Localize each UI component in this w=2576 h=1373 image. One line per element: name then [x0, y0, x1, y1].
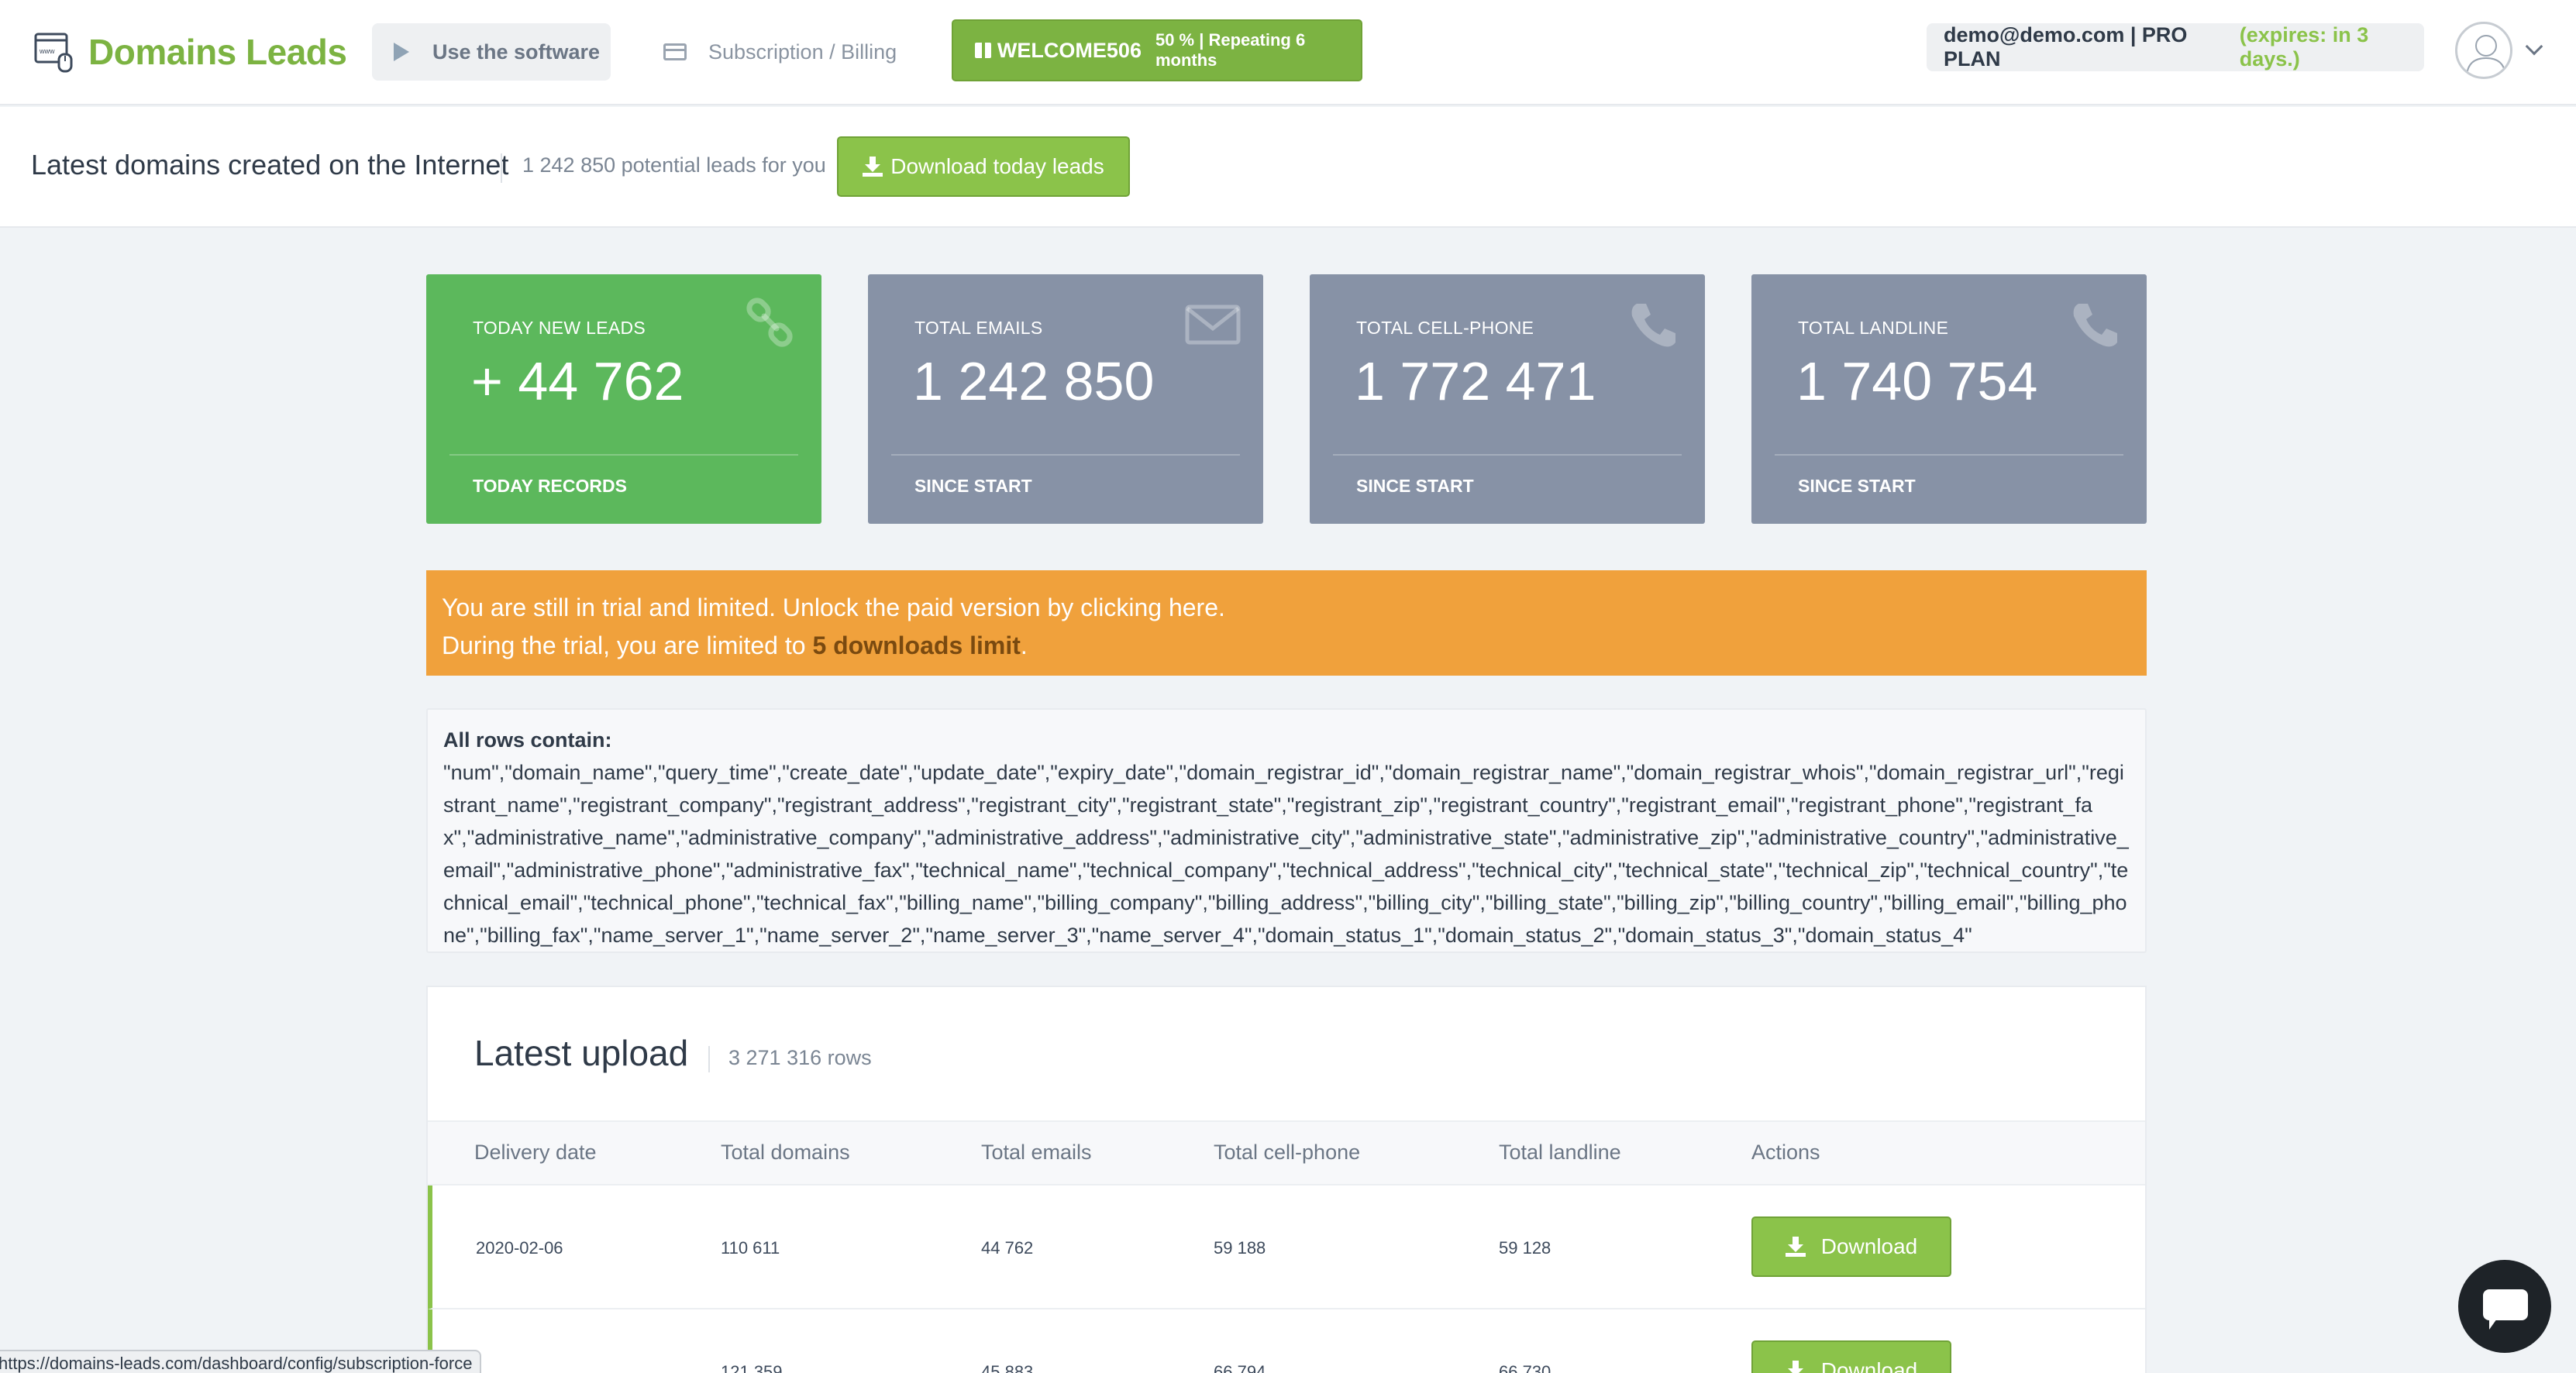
stat-footer: SINCE START [1356, 476, 1474, 496]
columns-info-label: All rows contain: [443, 728, 612, 752]
promo-code: WELCOME506 [997, 38, 1142, 62]
gift-icon [975, 43, 991, 58]
account-email-plan: demo@demo.com | PRO PLAN [1944, 23, 2188, 71]
user-avatar-icon [2466, 35, 2506, 76]
columns-info-box: All rows contain: "num","domain_name","q… [426, 708, 2147, 953]
divider [501, 153, 502, 183]
total-landline: 66 730 [1499, 1362, 1551, 1373]
download-button[interactable]: Download [1751, 1216, 1951, 1277]
trial-message[interactable]: You are still in trial and limited. Unlo… [442, 589, 2147, 627]
download-label: Download [1820, 1234, 1918, 1258]
stat-label: TOTAL LANDLINE [1798, 318, 1949, 338]
play-icon [394, 43, 409, 61]
stat-label: TODAY NEW LEADS [473, 318, 646, 338]
phone-icon [1631, 304, 1675, 347]
trial-limit-suffix: . [1020, 631, 1028, 659]
delivery-date: 2020-02-06 [476, 1238, 563, 1258]
avatar[interactable] [2455, 22, 2512, 79]
stat-card-total-emails: TOTAL EMAILS 1 242 850 SINCE START [868, 274, 1263, 524]
panel-title: Latest upload [474, 1033, 689, 1073]
table-row: 2020-02-06 110 611 44 762 59 188 59 128 … [428, 1185, 2145, 1309]
potential-leads-count: 1 242 850 potential leads for you [522, 153, 826, 177]
promo-code-badge[interactable]: WELCOME506 50 % | Repeating 6 months [952, 19, 1362, 81]
table-row: 121 359 45 883 66 794 66 730 Download [428, 1309, 2145, 1373]
column-header: Actions [1751, 1141, 1820, 1164]
use-software-label: Use the software [432, 40, 601, 64]
download-icon [1785, 1237, 1806, 1257]
promo-terms: 50 % | Repeating 6 months [1155, 30, 1306, 70]
billing-label: Subscription / Billing [708, 40, 897, 64]
stat-footer: SINCE START [914, 476, 1032, 496]
status-bar-url: https://domains-leads.com/dashboard/conf… [0, 1350, 482, 1373]
total-domains: 110 611 [721, 1238, 780, 1258]
stat-label: TOTAL EMAILS [914, 318, 1043, 338]
stat-card-total-cell-phone: TOTAL CELL-PHONE 1 772 471 SINCE START [1310, 274, 1705, 524]
billing-link[interactable]: Subscription / Billing [663, 23, 897, 81]
stat-value: 1 242 850 [913, 351, 1155, 411]
column-header[interactable]: Total emails [981, 1141, 1092, 1165]
stat-label: TOTAL CELL-PHONE [1356, 318, 1534, 338]
stat-card-today-new-leads: TODAY NEW LEADS + 44 762 TODAY RECORDS [426, 274, 821, 524]
total-domains: 121 359 [721, 1362, 783, 1373]
account-plan-badge[interactable]: demo@demo.com | PRO PLAN (expires: in 3 … [1927, 23, 2424, 71]
divider [891, 454, 1240, 456]
chat-bubble-icon [2483, 1289, 2528, 1330]
total-landline: 59 128 [1499, 1238, 1551, 1258]
brand-name: Domains Leads [88, 32, 347, 72]
trial-banner[interactable]: You are still in trial and limited. Unlo… [426, 570, 2147, 676]
credit-card-icon [663, 43, 687, 60]
column-header[interactable]: Delivery date [474, 1141, 597, 1165]
column-header[interactable]: Total domains [721, 1141, 850, 1165]
download-today-label: Download today leads [890, 154, 1104, 178]
stat-footer: SINCE START [1798, 476, 1916, 496]
chat-widget-button[interactable] [2458, 1260, 2551, 1353]
stat-card-total-landline: TOTAL LANDLINE 1 740 754 SINCE START [1751, 274, 2147, 524]
total-cell-phone: 66 794 [1214, 1362, 1266, 1373]
brand-logo[interactable]: www Domains Leads [34, 29, 347, 74]
download-icon [1786, 1361, 1806, 1373]
use-software-button[interactable]: Use the software [372, 23, 611, 81]
divider [708, 1046, 710, 1072]
trial-limit-prefix: During the trial, you are limited to [442, 631, 813, 659]
plan-expiry: (expires: in 3 days.) [2239, 23, 2369, 71]
chevron-down-icon[interactable] [2525, 37, 2543, 56]
stat-value: + 44 762 [471, 351, 684, 411]
svg-text:www: www [39, 47, 55, 55]
column-header[interactable]: Total cell-phone [1214, 1141, 1360, 1165]
phone-icon [2073, 304, 2117, 347]
trial-limit-message: During the trial, you are limited to 5 d… [442, 627, 2147, 665]
columns-list: "num","domain_name","query_time","create… [443, 761, 2129, 947]
page-title: Latest domains created on the Internet [31, 149, 509, 181]
envelope-icon [1185, 305, 1241, 345]
download-today-leads-button[interactable]: Download today leads [837, 136, 1130, 197]
stat-value: 1 772 471 [1355, 351, 1596, 411]
table-header: Delivery date Total domains Total emails… [428, 1120, 2145, 1185]
page-subheader: Latest domains created on the Internet 1… [0, 107, 2576, 228]
total-cell-phone: 59 188 [1214, 1238, 1266, 1258]
browser-window-icon: www [34, 33, 73, 73]
column-header[interactable]: Total landline [1499, 1141, 1621, 1165]
download-label: Download [1820, 1358, 1918, 1373]
divider [1775, 454, 2123, 456]
download-icon [863, 157, 883, 177]
stat-value: 1 740 754 [1796, 351, 2038, 411]
top-navbar: www Domains Leads Use the software Subsc… [0, 0, 2576, 105]
download-button[interactable]: Download [1751, 1340, 1951, 1373]
total-emails: 44 762 [981, 1238, 1034, 1258]
divider [1333, 454, 1682, 456]
total-emails: 45 883 [981, 1362, 1034, 1373]
downloads-limit: 5 downloads limit [812, 631, 1021, 659]
link-icon [746, 298, 793, 347]
divider [449, 454, 798, 456]
stat-footer: TODAY RECORDS [473, 476, 627, 496]
rows-count: 3 271 316 rows [728, 1046, 872, 1069]
latest-upload-panel: Latest upload 3 271 316 rows Delivery da… [426, 986, 2147, 1373]
